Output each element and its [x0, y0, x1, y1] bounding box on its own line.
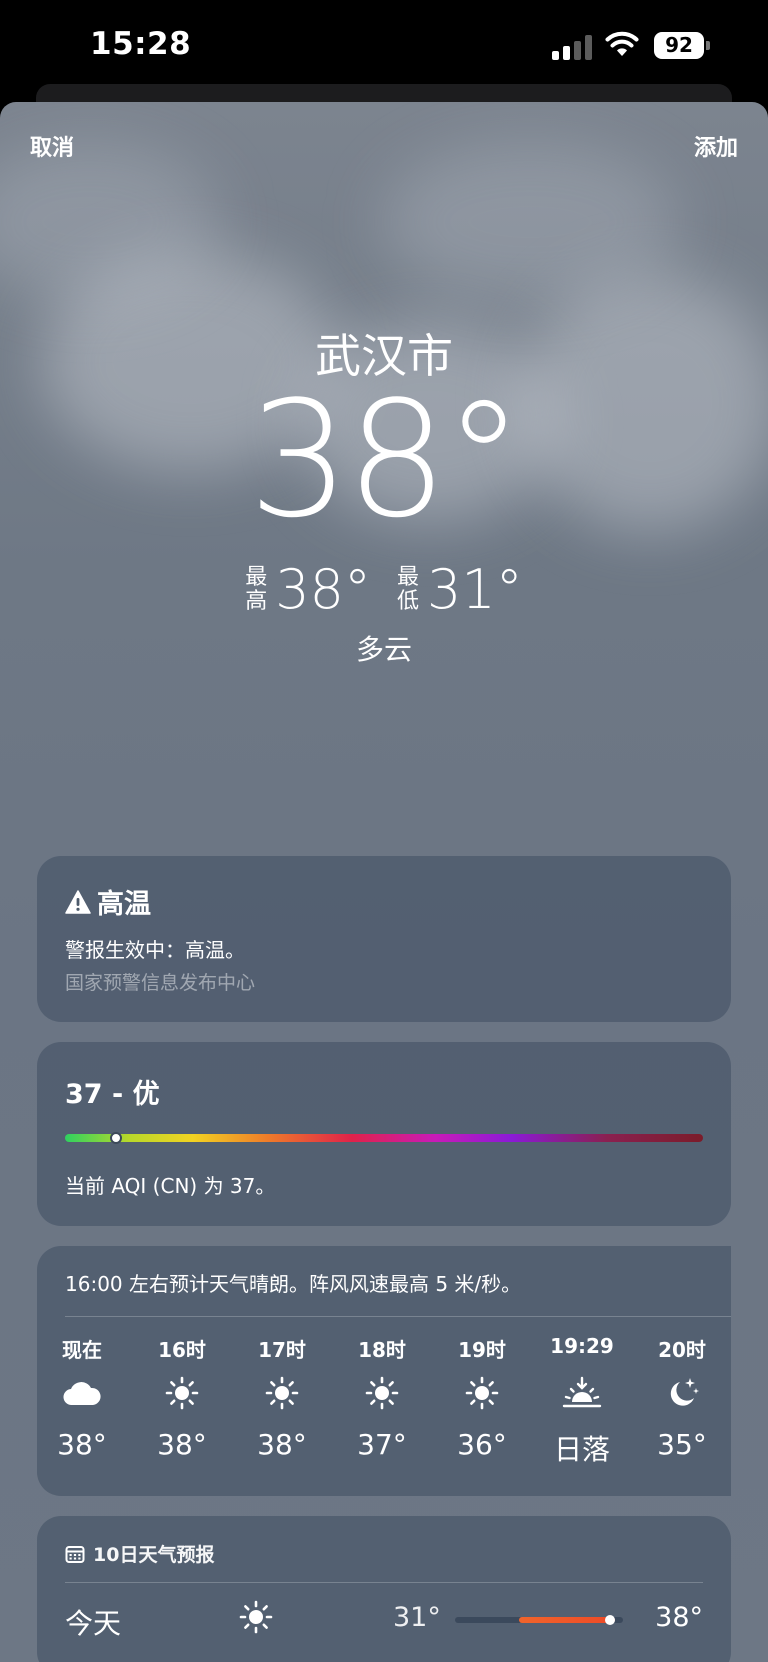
high-temp: 最高 38°	[245, 558, 371, 621]
hourly-forecast-card[interactable]: 16:00 左右预计天气晴朗。阵风风速最高 5 米/秒。 现在 38° 16时	[37, 1246, 731, 1496]
sun-icon	[365, 1376, 399, 1410]
divider	[65, 1582, 703, 1583]
sun-icon	[165, 1376, 199, 1410]
warning-triangle-icon	[65, 889, 91, 914]
low-value: 31°	[427, 558, 523, 621]
hourly-time: 20时	[658, 1338, 706, 1362]
hourly-summary: 16:00 左右预计天气晴朗。阵风风速最高 5 米/秒。	[65, 1272, 522, 1296]
low-label: 最低	[397, 564, 420, 614]
battery-level: 92	[654, 32, 704, 59]
hourly-temp: 35°	[657, 1428, 707, 1461]
aqi-description: 当前 AQI (CN) 为 37。	[65, 1174, 276, 1198]
aqi-scale-bar	[65, 1132, 703, 1144]
daily-high: 38°	[655, 1602, 703, 1633]
hourly-item: 19:29 日落	[537, 1334, 627, 1468]
sun-icon	[265, 1376, 299, 1410]
hourly-item: 16时 38°	[137, 1334, 227, 1461]
hourly-time: 现在	[62, 1338, 102, 1362]
hourly-time: 19:29	[550, 1334, 614, 1358]
hourly-temp: 38°	[257, 1428, 307, 1461]
hourly-time: 17时	[258, 1338, 306, 1362]
sunset-icon	[562, 1376, 602, 1408]
alert-card[interactable]: 高温 警报生效中：高温。 国家预警信息发布中心	[37, 856, 731, 1022]
hourly-item: 18时 37°	[337, 1334, 427, 1461]
daily-range-track	[455, 1615, 623, 1625]
add-button[interactable]: 添加	[694, 130, 738, 162]
status-time: 15:28	[90, 26, 192, 62]
high-label: 最高	[245, 564, 268, 614]
daily-header-text: 10日天气预报	[93, 1544, 215, 1566]
hourly-temp: 38°	[157, 1428, 207, 1461]
hourly-temp: 日落	[553, 1433, 610, 1466]
battery-icon: 92	[654, 32, 710, 59]
moon-stars-icon	[670, 1378, 699, 1406]
calendar-icon	[65, 1545, 85, 1563]
alert-source: 国家预警信息发布中心	[65, 972, 256, 994]
cancel-button[interactable]: 取消	[30, 130, 74, 162]
current-temperature: 38°	[248, 366, 524, 553]
aqi-marker	[110, 1132, 123, 1144]
hourly-item: 17时 38°	[237, 1334, 327, 1461]
weather-condition: 多云	[355, 633, 412, 666]
hourly-temp: 36°	[457, 1428, 507, 1461]
wifi-icon	[605, 31, 639, 56]
hourly-item: 20时 35°	[637, 1334, 727, 1461]
hourly-item: 19时 36°	[437, 1334, 527, 1461]
alert-title-text: 高温	[97, 889, 151, 920]
daily-header: 10日天气预报	[65, 1540, 214, 1567]
ten-day-forecast-card[interactable]: 10日天气预报 今天 31° 38°	[37, 1516, 731, 1662]
daily-low: 31°	[393, 1602, 441, 1633]
daily-range-fill	[518, 1617, 615, 1623]
sun-icon	[239, 1600, 273, 1634]
divider	[65, 1316, 731, 1317]
weather-preview-sheet: 取消 添加 武汉市 38° 最高 38° 最低 31° 多云 高温 警报生效中：…	[0, 102, 768, 1662]
daily-day: 今天	[65, 1607, 122, 1640]
sun-icon	[465, 1376, 499, 1410]
air-quality-card[interactable]: 37 - 优 当前 AQI (CN) 为 37。	[37, 1042, 731, 1226]
high-low-temps: 最高 38° 最低 31°	[0, 558, 768, 621]
low-temp: 最低 31°	[397, 558, 523, 621]
hourly-time: 18时	[358, 1338, 406, 1362]
aqi-value: 37 - 优	[65, 1079, 160, 1110]
alert-title: 高温	[65, 882, 151, 921]
high-value: 38°	[275, 558, 371, 621]
hourly-time: 16时	[158, 1338, 206, 1362]
alert-message: 警报生效中：高温。	[65, 938, 245, 962]
hourly-temp: 38°	[57, 1428, 107, 1461]
cloud-icon	[63, 1382, 101, 1406]
current-temp-marker	[604, 1615, 615, 1625]
hourly-time: 19时	[458, 1338, 506, 1362]
cellular-signal-icon	[552, 34, 594, 60]
status-bar: 15:28 92	[0, 0, 768, 92]
hourly-item: 现在 38°	[37, 1334, 127, 1461]
hourly-temp: 37°	[357, 1428, 407, 1461]
